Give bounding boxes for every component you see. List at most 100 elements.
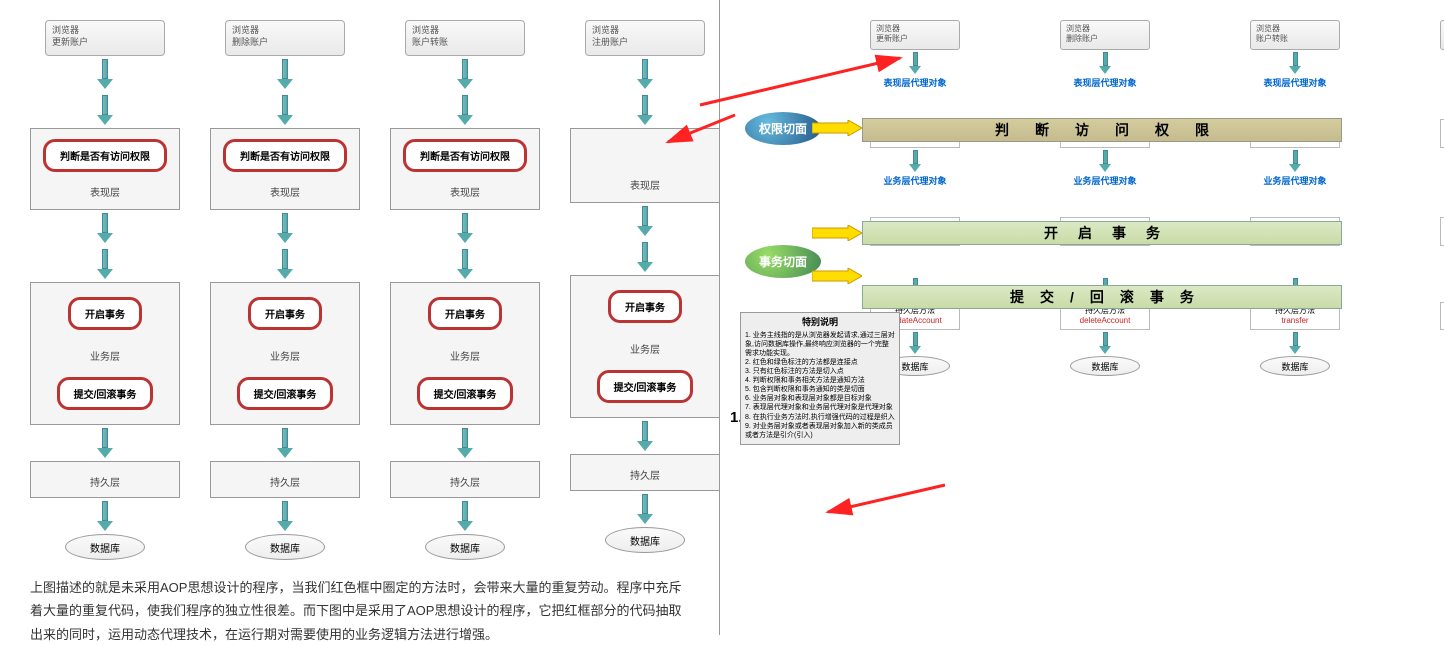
arrow-down-icon <box>637 421 653 451</box>
open-tx-box: 开启事务 <box>428 297 502 330</box>
flow-column: 浏览器账户转账表现层代理对象表现层对象transfer方法业务层代理对象业务层对… <box>1250 20 1340 376</box>
arrow-down-icon <box>1289 52 1301 74</box>
layer-label: 持久层 <box>270 474 300 489</box>
note-item: 5. 包含判断权限和事务通知的类是切面 <box>745 385 895 394</box>
arrow-down-icon <box>97 501 113 531</box>
business-proxy-label: 业务层代理对象 <box>1263 174 1326 187</box>
commit-tx-bar: 提交/回滚事务 <box>862 285 1342 309</box>
arrow-down-icon <box>637 95 653 125</box>
presentation-layer-box: 表现层 <box>570 128 720 203</box>
persistence-layer-box: 持久层 <box>210 461 360 498</box>
note-item: 2. 红色和绿色标注的方法都是连接点 <box>745 358 895 367</box>
permission-check-box: 判断是否有访问权限 <box>403 139 527 172</box>
arrow-down-icon <box>457 59 473 89</box>
database-icon: 数据库 <box>245 534 325 560</box>
arrow-down-icon <box>1099 332 1111 354</box>
browser-box: 浏览器注册账户 <box>1440 20 1444 50</box>
arrow-down-icon <box>97 213 113 243</box>
commit-tx-box: 提交/回滚事务 <box>597 370 694 403</box>
database-icon: 数据库 <box>1070 356 1140 376</box>
arrow-down-icon <box>97 249 113 279</box>
permission-check-box: 判断是否有访问权限 <box>223 139 347 172</box>
layer-label: 业务层 <box>450 348 480 363</box>
permission-aspect-bubble: 权限切面 <box>745 112 821 145</box>
arrow-down-icon <box>97 95 113 125</box>
arrow-down-icon <box>277 249 293 279</box>
browser-box: 浏览器删除账户 <box>225 20 345 56</box>
browser-box: 浏览器更新账户 <box>870 20 960 50</box>
note-item: 4. 判断权限和事务相关方法是通知方法 <box>745 376 895 385</box>
arrow-down-icon <box>277 501 293 531</box>
presentation-proxy-label: 表现层代理对象 <box>883 76 946 89</box>
presentation-proxy-label: 表现层代理对象 <box>1263 76 1326 89</box>
commit-tx-box: 提交/回滚事务 <box>417 377 514 410</box>
persistence-layer-box: 持久层 <box>570 454 720 491</box>
layer-label: 表现层 <box>90 184 120 199</box>
browser-box: 浏览器更新账户 <box>45 20 165 56</box>
arrow-down-icon <box>277 59 293 89</box>
layer-label: 表现层 <box>630 177 660 192</box>
red-arrow-bottom <box>820 480 950 520</box>
arrow-down-icon <box>637 206 653 236</box>
layer-label: 表现层 <box>270 184 300 199</box>
arrow-down-icon <box>97 59 113 89</box>
arrow-down-icon <box>277 213 293 243</box>
note-item: 7. 表现层代理对象和业务层代理对象是代理对象 <box>745 403 895 412</box>
commit-tx-box: 提交/回滚事务 <box>57 377 154 410</box>
flow-column: 浏览器注册账户表现层代理对象表现层方法register业务层代理对象业务层对象s… <box>1440 20 1444 376</box>
browser-box: 浏览器删除账户 <box>1060 20 1150 50</box>
arrow-down-icon <box>637 494 653 524</box>
transaction-aspect-bubble: 事务切面 <box>745 245 821 278</box>
right-diagram: 浏览器更新账户表现层代理对象表现层对象updateAccount方法业务层代理对… <box>720 0 1444 635</box>
layer-label: 业务层 <box>630 341 660 356</box>
flow-column: 浏览器删除账户表现层代理对象表现层对象deleteAccount方法业务层代理对… <box>1060 20 1150 376</box>
layer-label: 持久层 <box>630 467 660 482</box>
business-layer-box: 开启事务业务层提交/回滚事务 <box>570 275 720 418</box>
layer-label: 业务层 <box>90 348 120 363</box>
browser-box: 浏览器账户转账 <box>1250 20 1340 50</box>
yellow-arrow-2 <box>812 225 862 241</box>
presentation-layer-box: 判断是否有访问权限表现层 <box>390 128 540 210</box>
note-item: 6. 业务层对象和表现层对象都是目标对象 <box>745 394 895 403</box>
business-layer-box: 开启事务业务层提交/回滚事务 <box>210 282 360 425</box>
arrow-down-icon <box>457 428 473 458</box>
open-tx-box: 开启事务 <box>248 297 322 330</box>
open-tx-box: 开启事务 <box>608 290 682 323</box>
layer-label: 持久层 <box>450 474 480 489</box>
arrow-down-icon <box>909 150 921 172</box>
flow-column: 浏览器更新账户判断是否有访问权限表现层开启事务业务层提交/回滚事务持久层数据库 <box>30 20 180 560</box>
arrow-down-icon <box>457 95 473 125</box>
arrow-down-icon <box>637 242 653 272</box>
database-icon: 数据库 <box>65 534 145 560</box>
permission-check-box: 判断是否有访问权限 <box>43 139 167 172</box>
arrow-down-icon <box>457 213 473 243</box>
arrow-down-icon <box>909 332 921 354</box>
flow-column: 浏览器注册账户表现层开启事务业务层提交/回滚事务持久层数据库 <box>570 20 720 560</box>
arrow-down-icon <box>277 95 293 125</box>
permission-bar: 判断访问权限 <box>862 118 1342 142</box>
left-diagram: 浏览器更新账户判断是否有访问权限表现层开启事务业务层提交/回滚事务持久层数据库浏… <box>0 0 720 635</box>
layer-label: 业务层 <box>270 348 300 363</box>
open-tx-bar: 开启事务 <box>862 221 1342 245</box>
commit-tx-box: 提交/回滚事务 <box>237 377 334 410</box>
browser-box: 浏览器注册账户 <box>585 20 705 56</box>
arrow-down-icon <box>457 501 473 531</box>
layer-label: 持久层 <box>90 474 120 489</box>
persistence-layer-box: 持久层 <box>390 461 540 498</box>
description-paragraph: 上图描述的就是未采用AOP思想设计的程序，当我们红色框中圈定的方法时，会带来大量… <box>30 576 689 646</box>
arrow-down-icon <box>97 428 113 458</box>
note-item: 8. 在执行业务方法时,执行增强代码的过程是织入 <box>745 413 895 422</box>
presentation-proxy-label: 表现层代理对象 <box>1073 76 1136 89</box>
open-tx-box: 开启事务 <box>68 297 142 330</box>
presentation-object-box: 表现层方法register <box>1440 119 1444 148</box>
note-title: 特别说明 <box>745 317 895 329</box>
database-icon: 数据库 <box>1260 356 1330 376</box>
business-proxy-label: 业务层代理对象 <box>883 174 946 187</box>
business-object-box: 业务层对象save方法 <box>1440 217 1444 246</box>
flow-column: 浏览器账户转账判断是否有访问权限表现层开启事务业务层提交/回滚事务持久层数据库 <box>390 20 540 560</box>
presentation-layer-box: 判断是否有访问权限表现层 <box>210 128 360 210</box>
layer-label: 表现层 <box>450 184 480 199</box>
persistence-method-box: 持久层方法save <box>1440 302 1444 331</box>
arrow-down-icon <box>1099 52 1111 74</box>
business-layer-box: 开启事务业务层提交/回滚事务 <box>30 282 180 425</box>
